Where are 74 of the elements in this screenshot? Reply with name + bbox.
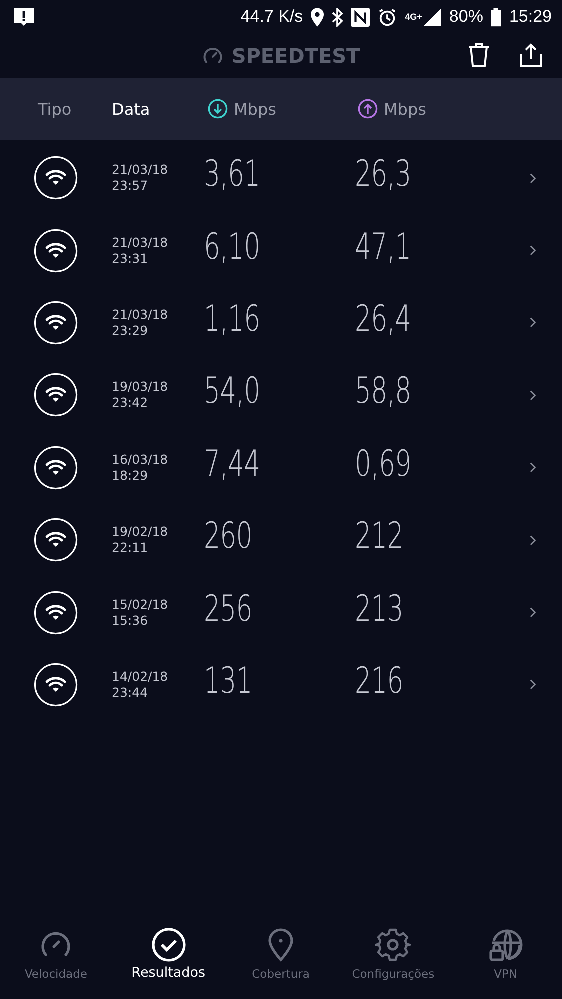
- column-sort-button[interactable]: Mbps: [358, 99, 426, 119]
- wifi-icon: [34, 662, 78, 707]
- test-date: 19/02/18: [112, 524, 170, 540]
- test-time: 23:44: [112, 684, 150, 701]
- settings-icon: [375, 927, 412, 963]
- alarm-icon: [378, 8, 398, 26]
- test-date: 21/03/18: [112, 234, 170, 251]
- notification-icon: [12, 6, 36, 28]
- nav-tab[interactable]: Cobertura: [224, 927, 338, 981]
- chevron-right-icon[interactable]: [530, 607, 537, 618]
- upload-speed: 212: [355, 515, 404, 560]
- wifi-icon: [34, 373, 78, 418]
- test-date: 16/03/18: [112, 452, 170, 468]
- wifi-icon: [34, 446, 78, 490]
- upload-speed: 0,69: [355, 442, 412, 487]
- upload-speed: 26,4: [355, 298, 412, 342]
- bluetooth-icon: [332, 8, 344, 26]
- test-time: 23:42: [112, 395, 150, 412]
- clock: 15:29: [509, 7, 552, 27]
- upload-speed: 213: [355, 588, 404, 632]
- download-speed: 260: [204, 515, 252, 560]
- test-date: 14/02/18: [112, 668, 170, 685]
- upload-speed: 58,8: [355, 370, 412, 414]
- app-title: SPEEDTEST: [232, 44, 360, 68]
- chevron-right-icon[interactable]: [530, 462, 537, 474]
- test-time: 22:11: [112, 540, 150, 556]
- signal-icon: [424, 8, 442, 26]
- wifi-icon: [34, 300, 78, 345]
- download-speed: 7,44: [204, 442, 260, 487]
- wifi-icon: [34, 518, 78, 562]
- delete-icon[interactable]: [468, 43, 490, 67]
- globe-lock-icon: [488, 927, 524, 963]
- check-circle-icon: [150, 927, 187, 963]
- nav-tab[interactable]: Resultados: [112, 927, 225, 981]
- chevron-right-icon[interactable]: [530, 679, 537, 690]
- test-date: 21/03/18: [112, 162, 170, 178]
- nav-tab[interactable]: VPN: [450, 927, 562, 981]
- test-time: 15:36: [112, 612, 150, 629]
- column-sort-button[interactable]: Mbps: [208, 99, 276, 119]
- test-date: 19/03/18: [112, 379, 170, 396]
- chevron-right-icon[interactable]: [530, 317, 537, 328]
- location-icon: [311, 8, 324, 26]
- share-icon[interactable]: [520, 43, 542, 67]
- column-sort-button[interactable]: Tipo: [38, 100, 72, 118]
- test-date: 15/02/18: [112, 596, 170, 613]
- wifi-icon: [34, 228, 78, 273]
- chevron-right-icon[interactable]: [530, 172, 537, 184]
- test-time: 23:31: [112, 250, 150, 267]
- nfc-icon: [351, 8, 370, 26]
- test-time: 23:57: [112, 178, 150, 194]
- chevron-right-icon[interactable]: [530, 245, 537, 256]
- test-time: 23:29: [112, 322, 150, 339]
- column-sort-button[interactable]: Data: [112, 100, 150, 118]
- download-speed: 131: [204, 660, 252, 704]
- download-speed: 54,0: [204, 370, 260, 414]
- test-date: 21/03/18: [112, 306, 170, 323]
- download-speed: 6,10: [204, 226, 260, 270]
- chevron-right-icon[interactable]: [530, 534, 537, 546]
- download-speed: 3,61: [204, 153, 260, 198]
- wifi-icon: [34, 156, 78, 200]
- test-time: 18:29: [112, 468, 150, 484]
- battery-level: 80%: [449, 7, 484, 27]
- wifi-icon: [34, 590, 78, 635]
- download-speed: 1,16: [204, 298, 260, 342]
- nav-tab[interactable]: Configurações: [337, 927, 450, 981]
- upload-speed: 47,1: [355, 226, 412, 270]
- chevron-right-icon[interactable]: [530, 390, 537, 401]
- nav-tab[interactable]: Velocidade: [0, 927, 112, 981]
- upload-speed: 216: [355, 660, 404, 704]
- download-speed: 256: [204, 588, 252, 632]
- network-type: 4G+: [405, 12, 422, 22]
- upload-speed: 26,3: [355, 153, 412, 198]
- battery-icon: [491, 8, 502, 26]
- network-speed: 44.7 K/s: [240, 7, 304, 27]
